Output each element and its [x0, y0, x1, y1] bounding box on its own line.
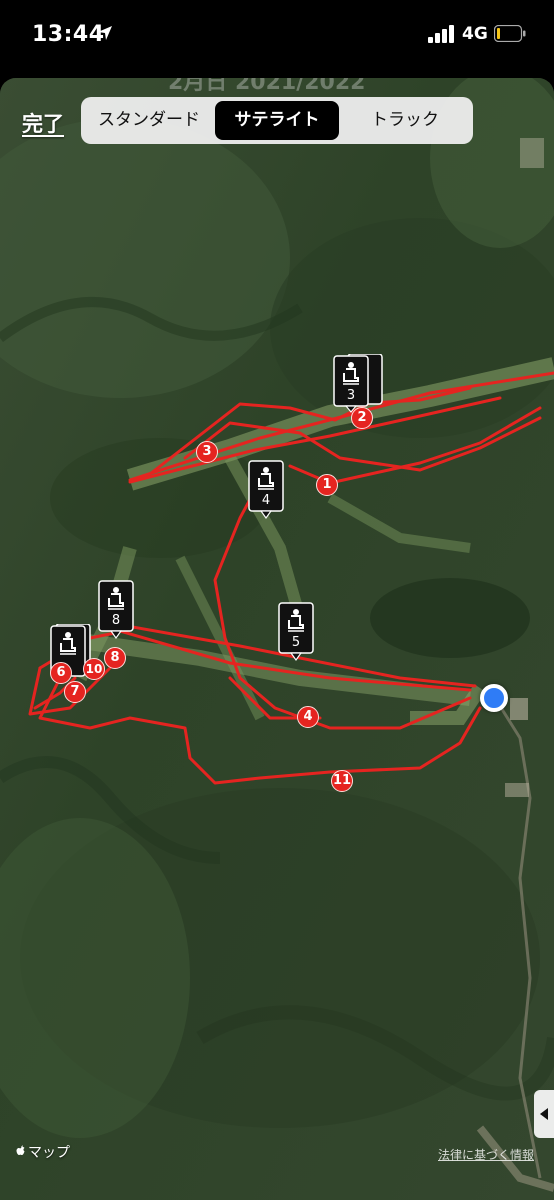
track-stop-4[interactable]: 4 [297, 706, 319, 728]
track-stop-10[interactable]: 10 [83, 658, 105, 680]
track-stop-2[interactable]: 2 [351, 407, 373, 429]
chairlift-icon [333, 353, 383, 413]
segment-satellite[interactable]: サテライト [215, 101, 339, 140]
chevron-left-icon [540, 1108, 548, 1120]
track-stop-1[interactable]: 1 [316, 474, 338, 496]
network-type: 4G [462, 24, 488, 44]
lift-marker-label: 8 [111, 613, 121, 628]
chairlift-icon [98, 580, 134, 640]
lift-marker-8[interactable]: 8 [98, 580, 134, 644]
track-stop-11[interactable]: 11 [331, 770, 353, 792]
done-button[interactable]: 完了 [22, 108, 64, 138]
satellite-map[interactable]: 2月日 2021/2022 完了 スタンダード サテライト トラック 3 4 8… [0, 78, 554, 1200]
apple-logo-icon [16, 1145, 25, 1155]
track-stop-7[interactable]: 7 [64, 681, 86, 703]
current-location-dot[interactable] [480, 684, 508, 712]
map-title-ghost: 2月日 2021/2022 [168, 78, 366, 95]
track-stop-3[interactable]: 3 [196, 441, 218, 463]
lift-marker-label: 4 [261, 493, 271, 508]
battery-icon [494, 25, 526, 42]
apple-maps-attribution: マップ [16, 1142, 70, 1162]
lift-marker-label: 5 [291, 635, 301, 650]
segment-track[interactable]: トラック [341, 101, 469, 140]
track-stop-8[interactable]: 8 [104, 647, 126, 669]
lift-marker-4[interactable]: 4 [248, 460, 284, 524]
lift-marker-5[interactable]: 5 [278, 602, 314, 666]
segment-standard[interactable]: スタンダード [85, 101, 213, 140]
cellular-signal-icon [428, 25, 454, 43]
legal-link[interactable]: 法律に基づく情報 [438, 1146, 534, 1163]
status-time: 13:44 [32, 22, 105, 47]
lift-marker-label: 3 [346, 388, 356, 403]
location-arrow-icon [98, 26, 112, 40]
maps-label: マップ [28, 1145, 70, 1161]
screen: 13:44 4G 2月日 2021/2022 完了 スタンダード サテライト ト… [0, 0, 554, 1200]
chairlift-icon [248, 460, 284, 520]
track-stop-6[interactable]: 6 [50, 662, 72, 684]
chairlift-icon [278, 602, 314, 662]
map-type-segmented-control[interactable]: スタンダード サテライト トラック [81, 97, 473, 144]
status-bar: 13:44 4G [0, 0, 554, 70]
panel-toggle-handle[interactable] [534, 1090, 554, 1138]
